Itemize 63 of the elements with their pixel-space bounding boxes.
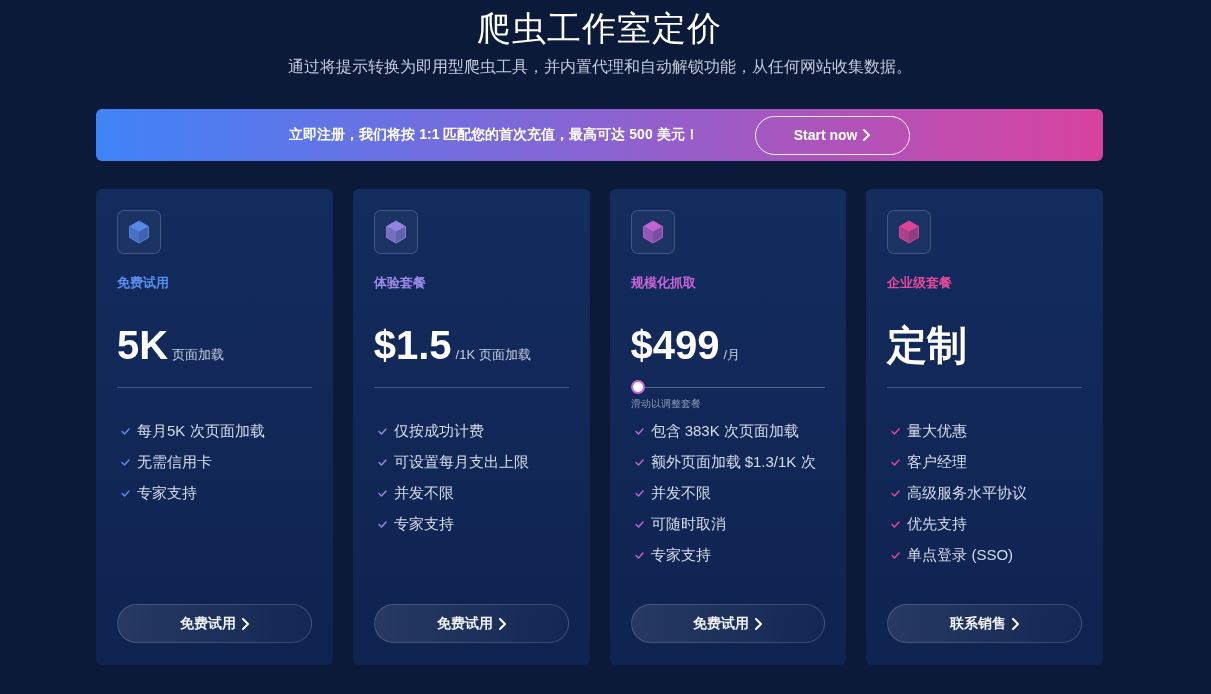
feature-text: 包含 383K 次页面加载	[650, 422, 799, 441]
slider-hint: 滑动以调整套餐	[630, 397, 702, 410]
banner-text: 立即注册，我们将按 1:1 匹配您的首次充值，最高可达 500 美元！	[289, 126, 699, 144]
page-subtitle: 通过将提示转换为即用型爬虫工具，并内置代理和自动解锁功能，从任何网站收集数据。	[287, 57, 912, 77]
chevron-right-icon	[755, 617, 763, 630]
feature-text: 可设置每月支出上限	[393, 453, 529, 472]
check-icon	[634, 459, 644, 466]
check-icon	[377, 490, 387, 497]
plan-name: 企业级套餐	[887, 274, 954, 292]
feature-text: 高级服务水平协议	[907, 484, 1028, 503]
feature-text: 每月5K 次页面加载	[137, 422, 265, 441]
page-title: 爬虫工作室定价	[477, 8, 722, 49]
plan-name: 体验套餐	[373, 274, 427, 292]
chevron-right-icon	[241, 617, 249, 630]
check-icon	[891, 552, 901, 559]
plan-price: 5K	[117, 322, 169, 369]
cube-icon	[630, 210, 675, 254]
check-icon	[377, 428, 387, 435]
feature-text: 量大优惠	[907, 422, 968, 441]
check-icon	[377, 459, 387, 466]
plan-price: 定制	[887, 322, 968, 369]
feature-text: 并发不限	[393, 484, 454, 503]
price-unit: /1K 页面加载	[455, 346, 531, 364]
feature-text: 单点登录 (SSO)	[907, 546, 1014, 565]
feature-text: 客户经理	[907, 453, 968, 472]
chevron-right-icon	[498, 617, 506, 630]
feature-text: 仅按成功计费	[393, 422, 484, 441]
cube-icon	[887, 210, 932, 254]
feature-text: 专家支持	[137, 484, 197, 503]
check-icon	[891, 428, 901, 435]
check-icon	[121, 459, 130, 466]
check-icon	[377, 521, 387, 528]
price-unit: 页面加载	[172, 346, 225, 364]
chevron-right-icon	[863, 129, 871, 141]
feature-text: 可随时取消	[650, 515, 726, 534]
slider-thumb[interactable]	[630, 380, 645, 394]
check-icon	[121, 428, 130, 435]
plan-button[interactable]: 联系销售	[887, 604, 1082, 643]
check-icon	[891, 490, 901, 497]
cube-icon	[373, 210, 418, 254]
check-icon	[891, 459, 901, 466]
feature-text: 无需信用卡	[137, 453, 212, 472]
plan-price: $499	[630, 322, 720, 369]
cube-icon	[117, 210, 161, 254]
plan-button[interactable]: 免费试用	[630, 604, 826, 643]
feature-text: 并发不限	[650, 484, 711, 503]
plan-button[interactable]: 免费试用	[117, 604, 312, 643]
plan-price: $1.5	[373, 322, 452, 369]
feature-text: 额外页面加载 $1.3/1K 次	[650, 453, 816, 472]
check-icon	[121, 490, 130, 497]
feature-text: 专家支持	[393, 515, 454, 534]
chevron-right-icon	[1012, 617, 1020, 630]
check-icon	[634, 490, 644, 497]
check-icon	[634, 552, 644, 559]
check-icon	[891, 521, 901, 528]
check-icon	[634, 428, 644, 435]
plan-name: 规模化抓取	[630, 274, 697, 292]
price-unit: /月	[723, 346, 741, 364]
feature-text: 专家支持	[650, 546, 711, 565]
plan-button[interactable]: 免费试用	[373, 604, 569, 643]
feature-text: 优先支持	[907, 515, 968, 534]
plan-name: 免费试用	[117, 274, 170, 292]
check-icon	[634, 521, 644, 528]
